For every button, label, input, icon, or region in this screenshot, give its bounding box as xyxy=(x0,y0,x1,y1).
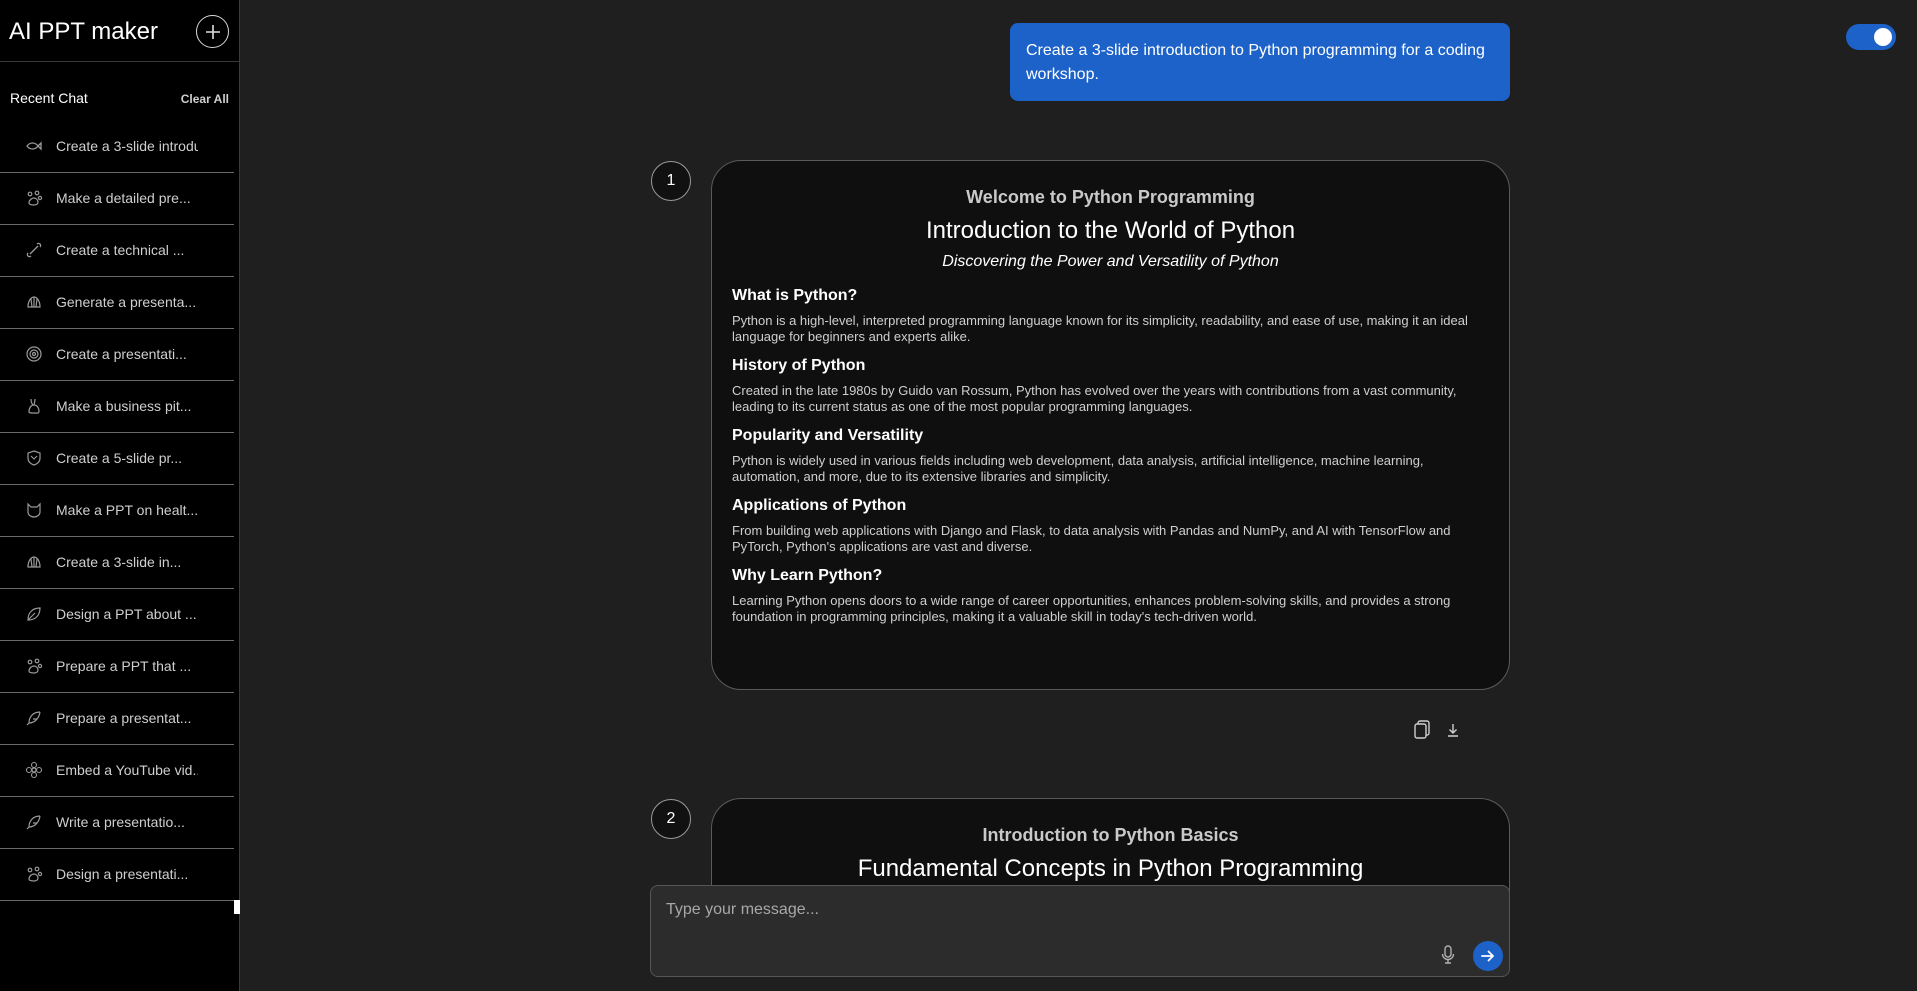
app-root: AI PPT maker Recent Chat Clear All Creat… xyxy=(0,0,1917,991)
recent-chat-item[interactable]: Make a PPT on healt... xyxy=(0,485,234,537)
recent-chat-item[interactable]: Design a PPT about ... xyxy=(0,589,234,641)
microphone-icon xyxy=(1441,945,1455,964)
copy-button[interactable] xyxy=(1412,718,1434,742)
flower-icon xyxy=(25,761,43,779)
recent-chat-label: Design a PPT about ... xyxy=(56,606,197,622)
recent-chat-item[interactable]: Create a 5-slide pr... xyxy=(0,433,234,485)
recent-chat-item[interactable]: Generate a presenta... xyxy=(0,277,234,329)
slide-heading: Welcome to Python Programming xyxy=(966,187,1255,207)
section-heading: What is Python? xyxy=(732,287,858,304)
leaf-icon xyxy=(25,605,43,623)
section-text: From building web applications with Djan… xyxy=(732,523,1451,554)
recent-chat-item[interactable]: Make a detailed pre... xyxy=(0,173,234,225)
recent-chat-item[interactable]: Design a presentati... xyxy=(0,849,234,901)
clear-all-button[interactable]: Clear All xyxy=(181,92,229,106)
fish-icon xyxy=(25,137,43,155)
paw-icon xyxy=(25,657,43,675)
slide-number-badge: 2 xyxy=(651,799,691,839)
recent-chat-item[interactable]: Create a technical ... xyxy=(0,225,234,277)
recent-chat-label: Create a 5-slide pr... xyxy=(56,450,183,466)
slide-section: Popularity and Versatility Python is wide… xyxy=(712,427,1509,485)
slide-section: History of Python Created in the late 198… xyxy=(712,357,1509,415)
message-input[interactable] xyxy=(666,898,1426,922)
section-text: Python is a high-level, interpreted prog… xyxy=(732,313,1468,344)
feather-icon xyxy=(25,813,43,831)
shell-icon xyxy=(25,553,43,571)
recent-chat-label: Make a detailed pre... xyxy=(56,190,191,206)
paw-icon xyxy=(25,865,43,883)
slide-subtitle: Discovering the Power and Versatility of… xyxy=(942,253,1279,270)
recent-chat-header: Recent Chat Clear All xyxy=(0,88,240,110)
slide-section: Applications of Python From building web … xyxy=(712,497,1509,555)
rabbit-icon xyxy=(25,397,43,415)
slide-number-badge: 1 xyxy=(651,161,691,201)
recent-chat-label: Prepare a PPT that ... xyxy=(56,658,192,674)
recent-chat-label: Recent Chat xyxy=(10,90,88,106)
slide-card: Welcome to Python Programming Introducti… xyxy=(711,160,1510,690)
app-title: AI PPT maker xyxy=(9,18,158,45)
slide-sections: What is Python? Python is a high-level, i… xyxy=(712,287,1509,625)
download-icon xyxy=(1448,724,1458,737)
recent-chat-label: Create a 3-slide introdu xyxy=(56,138,198,154)
recent-chat-label: Write a presentatio... xyxy=(56,814,185,830)
section-text: Learning Python opens doors to a wide ra… xyxy=(732,593,1451,624)
section-heading: Popularity and Versatility xyxy=(732,427,924,444)
recent-chat-label: Make a business pit... xyxy=(56,398,192,414)
recent-chat-item[interactable]: Prepare a presentat... xyxy=(0,693,234,745)
recent-chat-item[interactable]: Embed a YouTube vid... xyxy=(0,745,234,797)
slide-section: Why Learn Python? Learning Python opens d… xyxy=(712,567,1509,625)
arrow-right-icon xyxy=(1481,950,1494,962)
plus-icon xyxy=(205,24,220,39)
recent-chat-label: Design a presentati... xyxy=(56,866,189,882)
microphone-button[interactable] xyxy=(1438,943,1458,967)
section-text: Python is widely used in various fields … xyxy=(732,453,1424,484)
recent-chat-label: Generate a presenta... xyxy=(56,294,197,310)
slide-title: Introduction to the World of Python xyxy=(925,217,1296,244)
toggle-knob xyxy=(1874,28,1892,46)
copy-icon xyxy=(1414,720,1430,739)
recent-chat-label: Embed a YouTube vid... xyxy=(56,762,198,778)
shield-icon xyxy=(25,449,43,467)
message-composer xyxy=(650,885,1510,977)
sidebar-scrollbar[interactable] xyxy=(234,900,240,914)
recent-chat-item[interactable]: Prepare a PPT that ... xyxy=(0,641,234,693)
slide-title: Fundamental Concepts in Python Programmi… xyxy=(857,855,1364,882)
send-button[interactable] xyxy=(1473,941,1503,971)
paw-icon xyxy=(25,189,43,207)
recent-chat-label: Create a presentati... xyxy=(56,346,187,362)
recent-chat-item[interactable]: Write a presentatio... xyxy=(0,797,234,849)
sidebar-header: AI PPT maker xyxy=(0,0,240,62)
cat-icon xyxy=(25,501,43,519)
slide-actions xyxy=(1412,718,1462,744)
section-heading: History of Python xyxy=(732,357,866,374)
recent-chat-list: Create a 3-slide introdu Make a detailed … xyxy=(0,121,234,901)
shell-icon xyxy=(25,293,43,311)
recent-chat-item[interactable]: Make a business pit... xyxy=(0,381,234,433)
recent-chat-label: Create a technical ... xyxy=(56,242,185,258)
download-button[interactable] xyxy=(1442,718,1464,742)
theme-toggle[interactable] xyxy=(1846,24,1896,50)
sidebar: AI PPT maker Recent Chat Clear All Creat… xyxy=(0,0,240,991)
new-chat-button[interactable] xyxy=(196,15,229,48)
slide-heading: Introduction to Python Basics xyxy=(982,825,1239,845)
section-heading: Applications of Python xyxy=(732,497,907,514)
recent-chat-label: Make a PPT on healt... xyxy=(56,502,198,518)
recent-chat-item[interactable]: Create a presentati... xyxy=(0,329,234,381)
bone-icon xyxy=(25,241,43,259)
slide-section: What is Python? Python is a high-level, i… xyxy=(712,287,1509,345)
spiral-icon xyxy=(25,345,43,363)
recent-chat-item[interactable]: Create a 3-slide in... xyxy=(0,537,234,589)
section-text: Created in the late 1980s by Guido van R… xyxy=(732,383,1457,414)
recent-chat-item[interactable]: Create a 3-slide introdu xyxy=(0,121,234,173)
recent-chat-label: Create a 3-slide in... xyxy=(56,554,182,570)
feather-icon xyxy=(25,709,43,727)
recent-chat-label: Prepare a presentat... xyxy=(56,710,192,726)
user-message: Create a 3-slide introduction to Python … xyxy=(1010,23,1510,101)
section-heading: Why Learn Python? xyxy=(732,567,883,584)
